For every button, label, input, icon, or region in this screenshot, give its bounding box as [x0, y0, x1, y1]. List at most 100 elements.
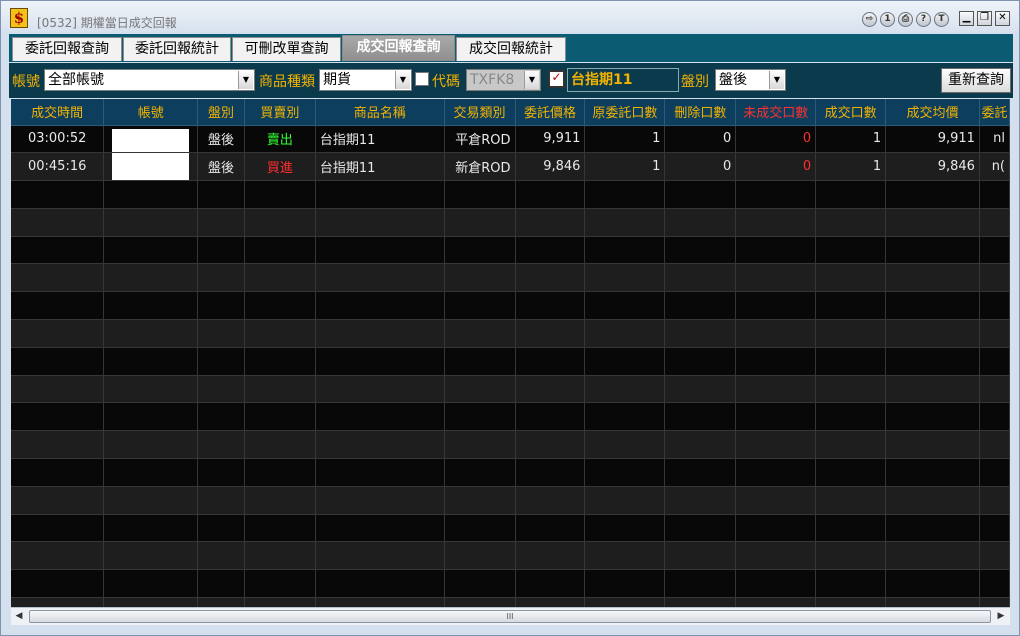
empty-cell	[244, 486, 316, 515]
minimize-button[interactable]: ▁	[959, 11, 974, 26]
empty-cell	[515, 263, 586, 293]
product-type-dropdown[interactable]: 期貨 ▼	[319, 69, 412, 91]
empty-cell	[584, 208, 666, 237]
fill-report-grid[interactable]: 成交時間 帳號 盤別 買賣別 商品名稱 交易類別 委託價格 原委託口數 刪除口數…	[11, 99, 1010, 607]
tab-order-stats[interactable]: 委託回報統計	[123, 37, 231, 61]
horizontal-scrollbar[interactable]: ◀ III ▶	[11, 607, 1010, 625]
tab-fill-stats[interactable]: 成交回報統計	[456, 37, 566, 61]
empty-cell	[515, 208, 586, 237]
app-window: $ [0532] 期權當日成交回報 ⇨ 1 ⎙ ? T ▁ ❐ ✕ 委託回報查詢…	[0, 0, 1020, 636]
empty-cell	[444, 208, 516, 237]
table-row[interactable]: 03:00:52 盤後 賣出 台指期11 平倉ROD 9,911 1 0 0 1…	[11, 125, 1010, 154]
col-order-no[interactable]: 委託	[979, 99, 1010, 126]
col-trade-type[interactable]: 交易類別	[444, 99, 516, 126]
code-dropdown[interactable]: TXFK8 ▼	[466, 69, 541, 91]
empty-cell	[444, 514, 516, 543]
empty-cell	[444, 541, 516, 571]
empty-cell	[515, 319, 586, 348]
code-value: TXFK8	[470, 72, 515, 88]
exit-icon[interactable]: ⇨	[862, 12, 877, 27]
empty-cell	[444, 180, 516, 209]
tab-order-query[interactable]: 委託回報查詢	[12, 37, 122, 61]
empty-cell	[735, 263, 817, 293]
empty-cell	[584, 375, 666, 404]
requery-button[interactable]: 重新查詢	[941, 68, 1011, 93]
empty-cell	[979, 569, 1010, 599]
empty-cell	[735, 514, 817, 543]
empty-cell	[103, 291, 199, 321]
account-dropdown[interactable]: 全部帳號 ▼	[44, 69, 255, 91]
redacted-account	[112, 128, 190, 152]
session-dropdown[interactable]: 盤後 ▼	[715, 69, 786, 91]
col-session[interactable]: 盤別	[197, 99, 245, 126]
cell-cancel-qty: 0	[664, 152, 737, 182]
col-unfilled-qty[interactable]: 未成交口數	[735, 99, 817, 126]
table-row[interactable]: 00:45:16 盤後 買進 台指期11 新倉ROD 9,846 1 0 0 1…	[11, 152, 1010, 182]
topmost-button[interactable]: T	[934, 12, 949, 27]
empty-cell	[315, 208, 445, 237]
product-type-value: 期貨	[323, 72, 351, 88]
empty-cell	[315, 597, 445, 607]
print-icon[interactable]: ⎙	[898, 12, 913, 27]
empty-cell	[584, 291, 666, 321]
chevron-down-icon[interactable]: ▼	[524, 71, 539, 89]
cell-avg-price: 9,911	[885, 125, 980, 154]
empty-cell	[815, 375, 887, 404]
col-orig-qty[interactable]: 原委託口數	[584, 99, 666, 126]
scroll-left-icon[interactable]: ◀	[11, 609, 27, 624]
filter-bar: 帳號 全部帳號 ▼ 商品種類 期貨 ▼ 代碼 TXFK8 ▼ ✓ 台指期11 盤…	[9, 63, 1013, 98]
checkmark-icon[interactable]: ✓	[548, 70, 565, 88]
empty-cell	[103, 402, 199, 432]
empty-cell	[584, 597, 666, 607]
empty-cell	[515, 375, 586, 404]
scroll-thumb[interactable]: III	[29, 610, 991, 623]
col-filled-qty[interactable]: 成交口數	[815, 99, 887, 126]
empty-cell	[979, 319, 1010, 348]
close-button[interactable]: ✕	[995, 11, 1010, 26]
empty-cell	[664, 430, 737, 460]
empty-cell	[885, 569, 980, 599]
chevron-down-icon[interactable]: ▼	[769, 71, 784, 89]
help-button[interactable]: ?	[916, 12, 931, 27]
maximize-button[interactable]: ❐	[977, 11, 992, 26]
col-side[interactable]: 買賣別	[244, 99, 316, 126]
empty-cell	[11, 514, 105, 543]
col-fill-time[interactable]: 成交時間	[11, 99, 105, 126]
empty-cell	[244, 541, 316, 571]
empty-cell	[735, 319, 817, 348]
empty-cell	[197, 319, 245, 348]
empty-cell	[244, 291, 316, 321]
empty-cell	[103, 375, 199, 404]
chevron-down-icon[interactable]: ▼	[395, 71, 410, 89]
code-checkbox[interactable]	[415, 72, 429, 86]
empty-cell	[103, 180, 199, 209]
empty-cell	[197, 569, 245, 599]
empty-cell	[735, 375, 817, 404]
tab-cancel-modify[interactable]: 可刪改單查詢	[232, 37, 341, 61]
empty-cell	[979, 375, 1010, 404]
empty-cell	[444, 375, 516, 404]
col-avg-price[interactable]: 成交均價	[885, 99, 980, 126]
col-order-price[interactable]: 委託價格	[515, 99, 586, 126]
empty-cell	[11, 402, 105, 432]
empty-cell	[735, 291, 817, 321]
empty-cell	[584, 569, 666, 599]
empty-row	[11, 347, 1010, 376]
col-product[interactable]: 商品名稱	[315, 99, 445, 126]
tab-fill-query[interactable]: 成交回報查詢	[342, 35, 455, 61]
empty-cell	[103, 236, 199, 265]
cell-unfilled-qty: 0	[735, 152, 817, 182]
chevron-down-icon[interactable]: ▼	[238, 71, 253, 89]
scroll-right-icon[interactable]: ▶	[993, 609, 1009, 624]
empty-cell	[815, 569, 887, 599]
info-one-button[interactable]: 1	[880, 12, 895, 27]
empty-cell	[315, 319, 445, 348]
empty-cell	[515, 291, 586, 321]
empty-cell	[664, 458, 737, 487]
cell-side: 賣出	[244, 125, 316, 154]
empty-cell	[197, 514, 245, 543]
empty-row	[11, 291, 1010, 321]
empty-cell	[979, 347, 1010, 376]
col-cancel-qty[interactable]: 刪除口數	[664, 99, 737, 126]
col-account[interactable]: 帳號	[103, 99, 199, 126]
